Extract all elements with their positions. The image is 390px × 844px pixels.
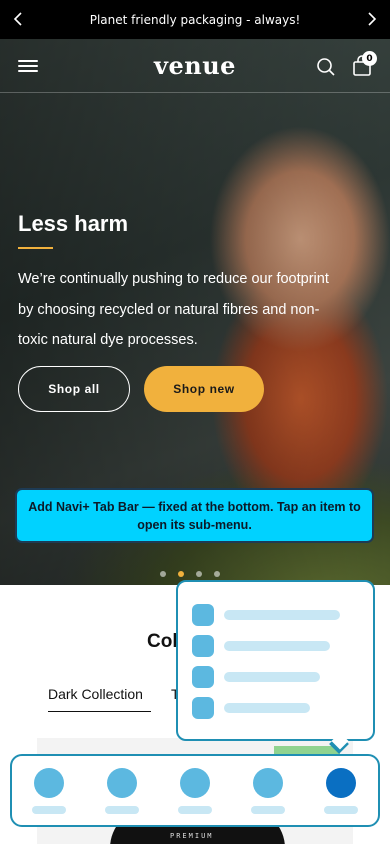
tab-bar-item-label: [178, 806, 212, 814]
navi-submenu: [176, 580, 375, 741]
submenu-item-label: [224, 641, 330, 651]
tab-bar-item-icon: [180, 768, 210, 798]
site-header: venue: [0, 39, 390, 93]
tab-bar-item-1[interactable]: [29, 768, 69, 814]
tab-bar-item-icon: [34, 768, 64, 798]
cart-count-badge: 0: [362, 51, 377, 66]
submenu-item-icon: [192, 635, 214, 657]
slide-dot[interactable]: [196, 571, 202, 577]
announcement-text: Planet friendly packaging - always!: [89, 12, 301, 27]
tab-bar-item-4[interactable]: [248, 768, 288, 814]
tab-bar-item-3[interactable]: [175, 768, 215, 814]
tab-bar-item-2[interactable]: [102, 768, 142, 814]
submenu-item-icon: [192, 604, 214, 626]
navi-tab-bar: [10, 754, 380, 827]
tab-bar-item-icon: [253, 768, 283, 798]
submenu-item-label: [224, 610, 340, 620]
collection-title: Col: [147, 631, 178, 652]
slide-dot-active[interactable]: [178, 571, 184, 577]
submenu-item[interactable]: [192, 666, 320, 688]
submenu-item[interactable]: [192, 604, 340, 626]
shirt-print-text: PREMIUM: [170, 832, 214, 840]
tab-bar-item-label: [105, 806, 139, 814]
tab-bar-item-5-active[interactable]: [321, 768, 361, 814]
navi-tooltip: Add Navi+ Tab Bar — fixed at the bottom.…: [15, 488, 374, 543]
tab-bar-item-label: [324, 806, 358, 814]
tab-bar-item-label: [251, 806, 285, 814]
hero-title-underline: [18, 247, 53, 249]
announcement-bar: Planet friendly packaging - always!: [0, 0, 390, 39]
slide-dot[interactable]: [160, 571, 166, 577]
submenu-item[interactable]: [192, 697, 310, 719]
hero-description: We’re continually pushing to reduce our …: [18, 271, 329, 348]
tab-bar-item-icon: [107, 768, 137, 798]
slide-dot[interactable]: [214, 571, 220, 577]
shop-new-button[interactable]: Shop new: [144, 366, 264, 412]
tab-dark-collection[interactable]: Dark Collection: [48, 686, 151, 712]
submenu-item-icon: [192, 666, 214, 688]
submenu-item-icon: [192, 697, 214, 719]
tab-bar-item-label: [32, 806, 66, 814]
hero-title: Less harm: [18, 211, 129, 236]
submenu-item-label: [224, 672, 320, 682]
submenu-item-label: [224, 703, 310, 713]
shop-all-button[interactable]: Shop all: [18, 366, 130, 412]
slideshow-dots: [160, 571, 220, 577]
submenu-item[interactable]: [192, 635, 330, 657]
tab-bar-item-icon-active: [326, 768, 356, 798]
search-icon[interactable]: [316, 57, 336, 77]
chevron-right-icon[interactable]: [363, 10, 381, 28]
chevron-left-icon[interactable]: [9, 10, 27, 28]
